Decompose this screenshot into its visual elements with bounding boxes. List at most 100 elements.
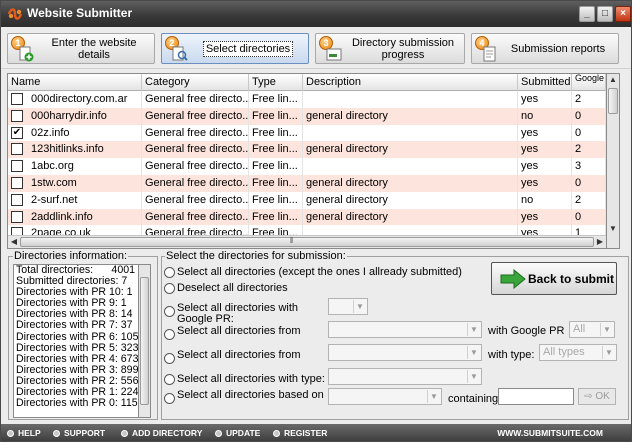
cell-submitted: yes <box>518 124 572 142</box>
horizontal-scrollbar[interactable]: ◀ ⦀ ▶ <box>8 235 606 248</box>
radio-button[interactable] <box>164 267 175 278</box>
cell-name: 123hitlinks.info <box>28 141 142 159</box>
category-select-1[interactable]: ▼ <box>328 321 482 338</box>
column-header-google-pr[interactable]: Google PR <box>572 74 606 91</box>
step-submission-progress[interactable]: 3 Directory submission progress <box>315 33 465 64</box>
chevron-down-icon: ▼ <box>467 370 480 383</box>
table-row[interactable]: 123hitlinks.info General free directo... F… <box>8 141 606 159</box>
cell-type: Free lin... <box>249 191 303 209</box>
table-row[interactable]: ✔ 02z.info General free directo... Free lin… <box>8 124 606 142</box>
checkbox[interactable] <box>11 109 23 122</box>
table-row[interactable]: 2addlink.info General free directo... Free… <box>8 208 606 226</box>
title-bar[interactable]: Website Submitter _ □ × <box>1 1 631 27</box>
cell-type: Free lin... <box>249 91 303 108</box>
column-header-type[interactable]: Type <box>249 74 303 91</box>
table-row[interactable]: 000harrydir.info General free directo... F… <box>8 107 606 125</box>
table-row[interactable]: 1abc.org General free directo... Free lin.… <box>8 158 606 175</box>
step-select-directories[interactable]: 2 Select directories <box>161 33 309 64</box>
google-pr-select[interactable]: ▼ <box>328 298 368 315</box>
step-submission-reports[interactable]: 4 Submission reports <box>471 33 619 64</box>
cell-description <box>303 91 518 108</box>
scroll-down-icon[interactable]: ▼ <box>608 224 618 234</box>
scroll-right-icon[interactable]: ▶ <box>595 237 605 247</box>
info-scrollbar[interactable] <box>139 264 151 418</box>
cell-submitted: no <box>518 107 572 125</box>
help-link[interactable]: HELP <box>7 424 41 441</box>
checkbox[interactable] <box>11 193 23 206</box>
add-directory-link[interactable]: ADD DIRECTORY <box>121 424 203 441</box>
scroll-thumb[interactable] <box>140 277 149 405</box>
scroll-up-icon[interactable]: ▲ <box>608 75 618 85</box>
radio-label: Select all directories from category: <box>177 350 301 361</box>
table-row[interactable]: 000directory.com.ar General free directo.… <box>8 91 606 108</box>
close-button[interactable]: × <box>615 6 631 22</box>
cell-description: general directory <box>303 107 518 125</box>
column-header-submitted[interactable]: Submitted <box>518 74 572 91</box>
table-row[interactable]: 1stw.com General free directo... Free lin.… <box>8 174 606 192</box>
update-label: UPDATE <box>226 428 261 438</box>
cell-submitted: yes <box>518 208 572 226</box>
with-google-pr-select[interactable]: All ▼ <box>569 321 615 338</box>
checkbox-checked[interactable]: ✔ <box>11 126 23 139</box>
ok-button[interactable]: ⇨ OK <box>578 388 616 405</box>
cell-category: General free directo... <box>142 208 249 226</box>
website-link[interactable]: WWW.SUBMITSUITE.COM <box>497 424 603 441</box>
vertical-scrollbar[interactable]: ▲ ▼ <box>607 73 620 249</box>
maximize-button[interactable]: □ <box>597 6 613 22</box>
cell-pr: 2 <box>572 141 606 159</box>
with-type-select[interactable]: All types ▼ <box>539 344 617 361</box>
checkbox[interactable] <box>11 210 23 223</box>
radio-button[interactable] <box>164 329 175 340</box>
table-header: Name Category Type Description Submitted… <box>8 74 606 91</box>
support-link[interactable]: SUPPORT <box>53 424 105 441</box>
category-select-2[interactable]: ▼ <box>328 344 482 361</box>
containing-input[interactable] <box>498 388 574 405</box>
checkbox[interactable] <box>11 176 23 189</box>
add-directory-label: ADD DIRECTORY <box>132 428 203 438</box>
cell-category: General free directo... <box>142 174 249 192</box>
step-enter-website-details[interactable]: 1 Enter the website details <box>7 33 155 64</box>
cell-category: General free directo... <box>142 107 249 125</box>
update-link[interactable]: UPDATE <box>215 424 261 441</box>
radio-button[interactable] <box>164 306 175 317</box>
cell-pr: 0 <box>572 208 606 226</box>
column-header-category[interactable]: Category <box>142 74 249 91</box>
checkbox[interactable] <box>11 160 23 173</box>
scroll-left-icon[interactable]: ◀ <box>9 237 19 247</box>
bullet-icon <box>215 430 222 437</box>
radio-button[interactable] <box>164 353 175 364</box>
radio-button[interactable] <box>164 393 175 404</box>
column-select[interactable]: ▼ <box>328 388 442 405</box>
radio-button[interactable] <box>164 374 175 385</box>
window-title: Website Submitter <box>27 6 133 20</box>
progress-icon <box>326 48 342 61</box>
minimize-button[interactable]: _ <box>579 6 595 22</box>
cell-name: 2addlink.info <box>28 208 142 226</box>
cell-name: 1abc.org <box>28 158 142 175</box>
back-to-submit-button[interactable]: Back to submit <box>491 262 617 295</box>
cell-pr: 3 <box>572 158 606 175</box>
table-row[interactable]: 2-surf.net General free directo... Free li… <box>8 191 606 209</box>
cell-type: Free lin... <box>249 107 303 125</box>
radio-label: Select all directories based on column: <box>177 390 324 401</box>
scroll-thumb[interactable] <box>20 237 594 247</box>
cell-category: General free directo... <box>142 158 249 175</box>
register-link[interactable]: REGISTER <box>273 424 327 441</box>
column-header-description[interactable]: Description <box>303 74 518 91</box>
grip-icon: ⦀ <box>290 236 294 245</box>
select-value: All types <box>543 346 585 358</box>
checkbox[interactable] <box>11 143 23 156</box>
app-window: Website Submitter _ □ × 1 Enter the webs… <box>0 0 632 442</box>
checkbox[interactable] <box>11 93 23 105</box>
radio-button[interactable] <box>164 283 175 294</box>
directories-info-list[interactable]: Total directories: 4001 Submitted director… <box>13 264 139 418</box>
cell-name: 02z.info <box>28 124 142 142</box>
type-select[interactable]: ▼ <box>328 368 482 385</box>
cell-pr: 0 <box>572 107 606 125</box>
cell-category: General free directo... <box>142 91 249 108</box>
select-value: All <box>573 323 586 335</box>
with-type-label: with type: <box>488 349 535 361</box>
column-header-name[interactable]: Name <box>8 74 142 91</box>
app-logo-icon <box>7 8 23 20</box>
scroll-thumb[interactable] <box>608 88 618 114</box>
